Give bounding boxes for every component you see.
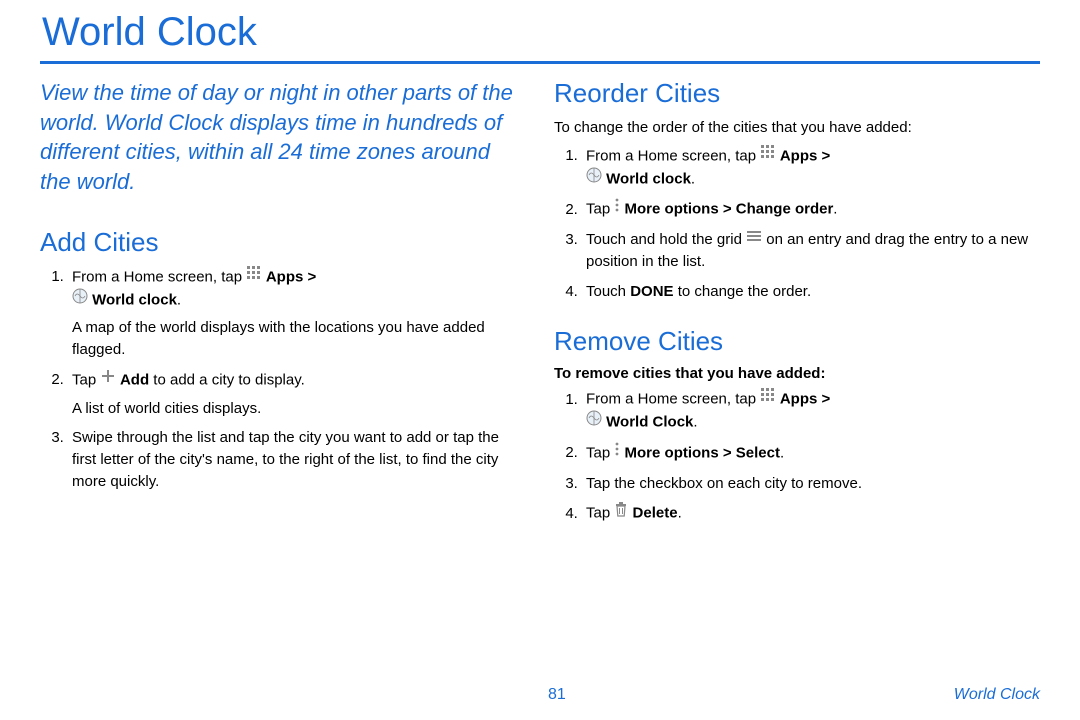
more-options-label: More options > Change order	[620, 201, 833, 218]
reorder-cities-steps: From a Home screen, tap Apps > World clo…	[582, 145, 1040, 303]
delete-label: Delete	[628, 505, 677, 522]
list-item: Tap the checkbox on each city to remove.	[582, 473, 1040, 495]
text: .	[678, 505, 682, 522]
add-cities-steps: From a Home screen, tap Apps > World clo…	[68, 266, 526, 493]
text: Tap the checkbox on each city to remove.	[586, 475, 862, 492]
intro-paragraph: View the time of day or night in other p…	[40, 78, 526, 197]
text: From a Home screen, tap	[72, 268, 246, 285]
text: .	[691, 170, 695, 187]
world-clock-label: World Clock	[602, 414, 693, 431]
drag-handle-icon	[746, 228, 762, 250]
remove-cities-heading: Remove Cities	[554, 326, 1040, 357]
page-title: World Clock	[40, 10, 1040, 55]
text: to add a city to display.	[149, 371, 305, 388]
apps-grid-icon	[760, 144, 776, 167]
apps-grid-icon	[246, 265, 262, 288]
text: Tap	[586, 444, 614, 461]
list-item: Tap Add to add a city to display. A list…	[68, 369, 526, 420]
text: From a Home screen, tap	[586, 147, 760, 164]
text: From a Home screen, tap	[586, 391, 760, 408]
title-divider	[40, 61, 1040, 64]
world-clock-icon	[586, 410, 602, 433]
done-label: DONE	[630, 283, 673, 300]
text: Tap	[586, 505, 614, 522]
left-column: View the time of day or night in other p…	[40, 78, 526, 533]
trash-icon	[614, 501, 628, 524]
more-options-icon	[614, 197, 620, 220]
text: Tap	[72, 371, 100, 388]
text: Touch	[586, 283, 630, 300]
world-clock-icon	[72, 288, 88, 311]
remove-subhead: To remove cities that you have added:	[554, 365, 1040, 382]
add-cities-heading: Add Cities	[40, 227, 526, 258]
world-clock-label: World clock	[602, 170, 691, 187]
text: to change the order.	[674, 283, 812, 300]
footer-label: World Clock	[954, 686, 1040, 704]
list-item: Swipe through the list and tap the city …	[68, 427, 526, 492]
list-item: Touch DONE to change the order.	[582, 281, 1040, 303]
text: .	[780, 444, 784, 461]
text: Touch and hold the grid	[586, 231, 746, 248]
list-item: Tap Delete.	[582, 502, 1040, 525]
content-columns: View the time of day or night in other p…	[40, 78, 1040, 533]
reorder-cities-heading: Reorder Cities	[554, 78, 1040, 109]
more-options-icon	[614, 441, 620, 464]
step-body: A map of the world displays with the loc…	[72, 317, 526, 361]
remove-cities-steps: From a Home screen, tap Apps > World Clo…	[582, 388, 1040, 525]
world-clock-label: World clock	[88, 291, 177, 308]
add-label: Add	[116, 371, 149, 388]
step-body: A list of world cities displays.	[72, 398, 526, 420]
text: Tap	[586, 201, 614, 218]
plus-icon	[100, 368, 116, 391]
right-column: Reorder Cities To change the order of th…	[554, 78, 1040, 533]
text: .	[177, 291, 181, 308]
list-item: From a Home screen, tap Apps > World clo…	[582, 145, 1040, 191]
text: .	[833, 201, 837, 218]
list-item: From a Home screen, tap Apps > World clo…	[68, 266, 526, 361]
list-item: Tap More options > Change order.	[582, 198, 1040, 221]
apps-grid-icon	[760, 387, 776, 410]
apps-label: Apps >	[262, 268, 316, 285]
world-clock-icon	[586, 167, 602, 190]
page-footer: 81 World Clock	[40, 686, 1040, 704]
text: .	[693, 414, 697, 431]
list-item: From a Home screen, tap Apps > World Clo…	[582, 388, 1040, 434]
list-item: Tap More options > Select.	[582, 442, 1040, 465]
apps-label: Apps >	[776, 147, 830, 164]
text: Swipe through the list and tap the city …	[72, 429, 499, 490]
list-item: Touch and hold the grid on an entry and …	[582, 229, 1040, 273]
page-number: 81	[160, 686, 954, 704]
apps-label: Apps >	[776, 391, 830, 408]
more-options-label: More options > Select	[620, 444, 780, 461]
reorder-intro: To change the order of the cities that y…	[554, 117, 1040, 139]
